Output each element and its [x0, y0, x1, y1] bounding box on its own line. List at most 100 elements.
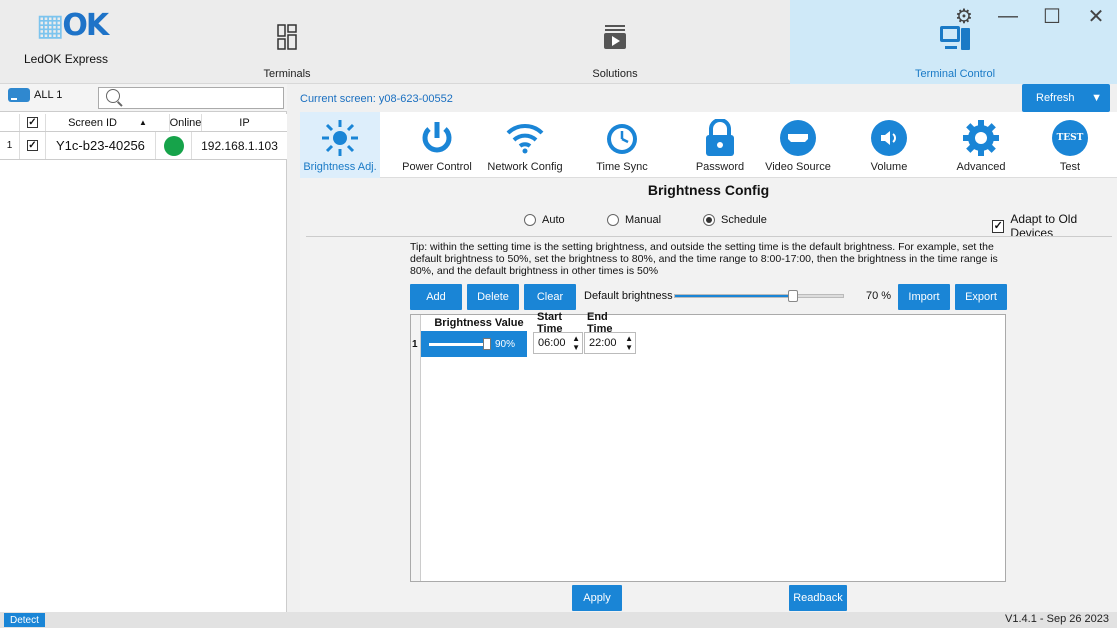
screen-list-panel	[0, 84, 287, 612]
tip-text: Tip: within the setting time is the sett…	[410, 241, 998, 277]
online-cell	[156, 132, 192, 159]
header-ip[interactable]: IP	[202, 114, 287, 131]
default-brightness-value: 70 %	[866, 290, 892, 302]
spinner-arrows-icon[interactable]: ▲ ▼	[625, 334, 633, 352]
app-logo: ▦OK LedOK Express	[24, 8, 134, 78]
mode-manual-label: Manual	[625, 214, 662, 226]
start-time-spinner[interactable]: 06:00 ▲ ▼	[533, 332, 583, 354]
ip-cell: 192.168.1.103	[201, 138, 278, 153]
header-end-time: End Time	[587, 311, 635, 335]
search-icon	[106, 89, 120, 103]
delete-button[interactable]: Delete	[467, 284, 519, 310]
tool-brightness[interactable]: Brightness Adj.	[300, 112, 380, 178]
gear-icon[interactable]: ⚙	[953, 4, 975, 29]
search-input[interactable]	[98, 87, 284, 109]
mode-manual[interactable]: Manual	[607, 214, 661, 226]
current-screen-label: Current screen: y08-623-00552	[300, 93, 453, 105]
tool-network-label: Network Config	[487, 161, 563, 173]
maximize-icon[interactable]: ☐	[1041, 4, 1063, 29]
spinner-arrows-icon[interactable]: ▲ ▼	[572, 334, 580, 352]
import-button[interactable]: Import	[898, 284, 950, 310]
tool-test-label: Test	[1059, 161, 1081, 173]
sun-icon	[320, 118, 360, 158]
header-screen-id[interactable]: Screen ID ▲	[46, 114, 170, 131]
tool-time-sync[interactable]: Time Sync	[582, 112, 662, 178]
mode-schedule[interactable]: Schedule	[703, 214, 767, 226]
row-header-column	[411, 315, 421, 581]
default-brightness-slider[interactable]	[674, 290, 844, 302]
add-button[interactable]: Add	[410, 284, 462, 310]
solutions-icon	[603, 24, 627, 53]
tool-password-label: Password	[695, 161, 745, 173]
header-row-number	[0, 114, 20, 131]
brightness-value-cell[interactable]: 90%	[421, 331, 527, 357]
header-select-all[interactable]: ✓	[20, 114, 46, 131]
tool-power-label: Power Control	[402, 161, 472, 173]
nav-terminal-control-label: Terminal Control	[914, 68, 996, 80]
config-title: Brightness Config	[647, 182, 770, 198]
tool-volume[interactable]: Volume	[849, 112, 929, 178]
tool-volume-label: Volume	[870, 161, 908, 173]
tool-password[interactable]: Password	[680, 112, 760, 178]
slider-handle[interactable]	[787, 290, 798, 302]
adapt-checkbox[interactable]: ✓	[992, 219, 1005, 233]
row-brightness-value: 90%	[495, 338, 516, 350]
readback-button[interactable]: Readback	[789, 585, 847, 611]
online-status-icon	[163, 135, 184, 156]
close-icon[interactable]: ✕	[1085, 4, 1107, 29]
refresh-label: Refresh	[1036, 92, 1075, 104]
nav-terminals[interactable]: Terminals	[232, 0, 342, 84]
header-start-time: Start Time	[537, 311, 587, 335]
window-controls: ⚙ — ☐ ✕	[953, 2, 1107, 30]
nav-solutions[interactable]: Solutions	[560, 0, 670, 84]
row-checkbox-cell[interactable]: ✓	[20, 132, 46, 159]
control-toolbar: Brightness Adj. Power Control Network Co…	[300, 112, 1117, 178]
minimize-icon[interactable]: —	[997, 5, 1019, 28]
row-slider-handle[interactable]	[483, 337, 491, 350]
tool-advanced-label: Advanced	[956, 161, 1006, 173]
tool-brightness-label: Brightness Adj.	[303, 161, 377, 173]
tool-time-sync-label: Time Sync	[596, 161, 648, 173]
row-checkbox[interactable]: ✓	[27, 140, 38, 151]
radio-schedule[interactable]	[703, 214, 715, 226]
default-brightness-label: Default brightness	[584, 290, 673, 302]
export-button[interactable]: Export	[955, 284, 1007, 310]
select-all-checkbox[interactable]: ✓	[27, 117, 38, 128]
schedule-row-number: 1	[412, 339, 418, 350]
header-online[interactable]: Online	[170, 114, 202, 131]
lock-icon	[700, 118, 740, 158]
app-name: LedOK Express	[24, 52, 109, 66]
tool-power[interactable]: Power Control	[397, 112, 477, 178]
clock-icon	[602, 118, 642, 158]
slider-fill	[675, 295, 793, 297]
tool-video-source[interactable]: Video Source	[758, 112, 838, 178]
screen-id-cell: Y1c-b23-40256	[46, 132, 156, 159]
radio-auto[interactable]	[524, 214, 536, 226]
version-label: V1.4.1 - Sep 26 2023	[1005, 613, 1109, 625]
tool-test[interactable]: TEST Test	[1030, 112, 1110, 178]
apply-button[interactable]: Apply	[572, 585, 622, 611]
tool-network[interactable]: Network Config	[485, 112, 565, 178]
device-group-icon	[8, 88, 30, 102]
speaker-icon	[869, 118, 909, 158]
row-brightness-slider[interactable]	[429, 337, 491, 350]
schedule-table: Brightness Value Start Time End Time 1 9…	[410, 311, 1006, 582]
nav-solutions-label: Solutions	[592, 68, 638, 80]
mode-auto-label: Auto	[542, 214, 565, 226]
end-time-spinner[interactable]: 22:00 ▲ ▼	[584, 332, 636, 354]
status-bar	[0, 612, 1117, 628]
all-group-filter[interactable]: ALL 1	[8, 88, 62, 102]
hdmi-icon	[778, 118, 818, 158]
mode-auto[interactable]: Auto	[524, 214, 565, 226]
radio-manual[interactable]	[607, 214, 619, 226]
gear-large-icon	[961, 118, 1001, 158]
all-group-label: ALL 1	[34, 89, 63, 101]
table-row[interactable]: 1 ✓ Y1c-b23-40256 192.168.1.103	[0, 132, 287, 160]
chevron-down-icon[interactable]: ▼	[1091, 92, 1102, 104]
clear-button[interactable]: Clear	[524, 284, 576, 310]
screen-table-header: ✓ Screen ID ▲ Online IP	[0, 114, 287, 132]
detect-button[interactable]: Detect	[4, 613, 45, 627]
start-time-value: 06:00	[538, 337, 566, 349]
refresh-button[interactable]: Refresh ▼	[1022, 84, 1110, 112]
tool-advanced[interactable]: Advanced	[941, 112, 1021, 178]
